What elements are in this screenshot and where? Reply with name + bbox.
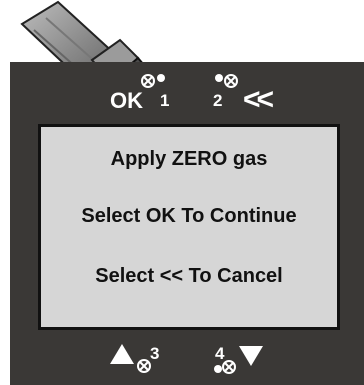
ok-label: OK (110, 88, 143, 113)
down-arrow-icon (239, 346, 263, 366)
button-4-magnet-target-icon[interactable] (213, 357, 237, 377)
up-arrow-icon (110, 344, 134, 364)
back-label: << (243, 83, 274, 116)
screen-line-2: Select OK To Continue (81, 205, 297, 227)
button-3-number: 3 (150, 344, 160, 363)
lcd-screen: Apply ZERO gas Select OK To Continue Sel… (38, 124, 340, 330)
screen-line-1: Apply ZERO gas (110, 148, 268, 170)
screen-line-3: Select << To Cancel (95, 265, 283, 287)
button-2-magnet-target-icon[interactable] (215, 73, 245, 95)
button-1-number: 1 (160, 91, 170, 110)
